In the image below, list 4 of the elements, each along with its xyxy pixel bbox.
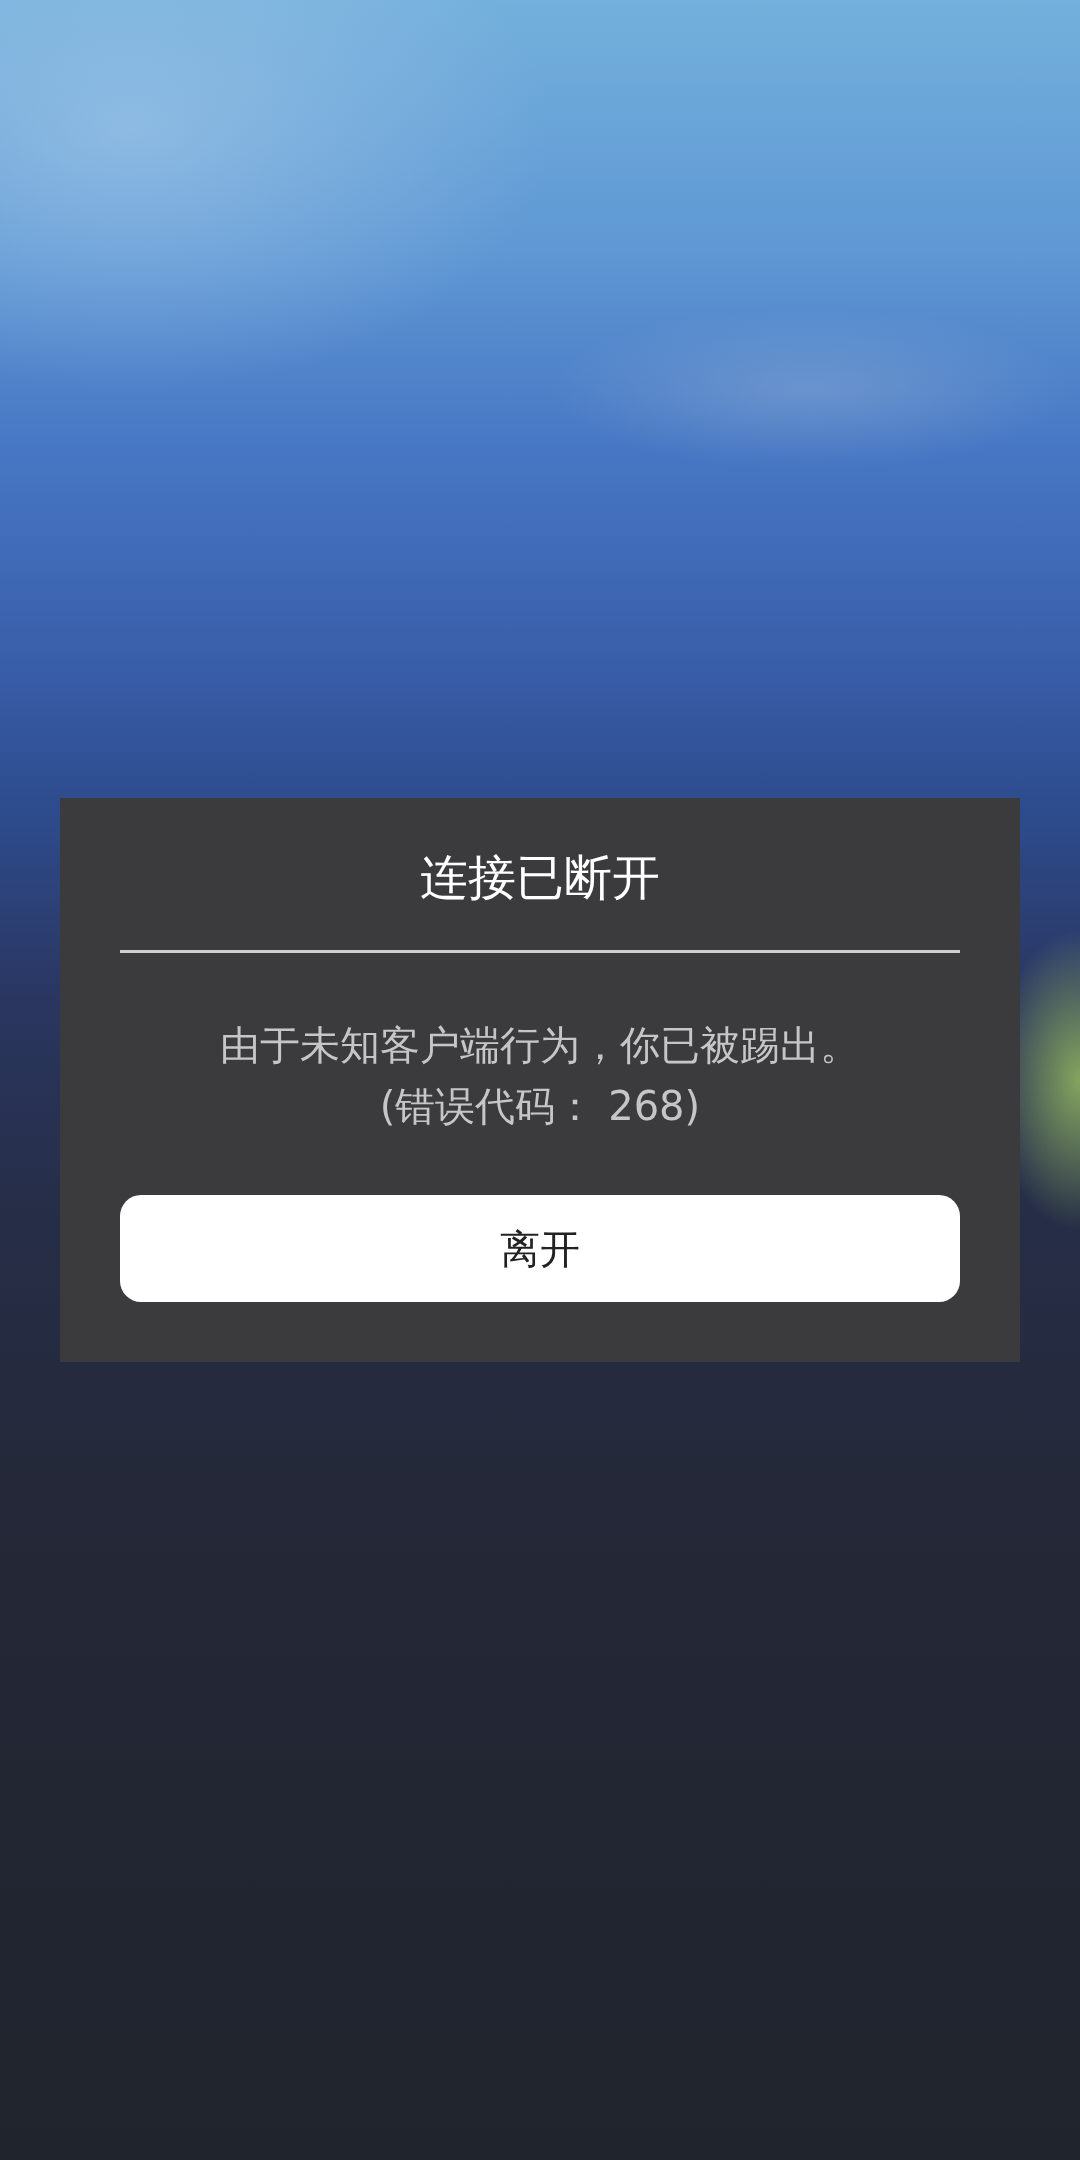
dialog-title: 连接已断开	[419, 848, 661, 907]
message-text: 由于未知客户端行为，你已被踢出。	[219, 1021, 861, 1070]
error-code-text: (错误代码： 268)	[378, 1082, 702, 1131]
leave-button[interactable]: 离开	[120, 1195, 960, 1302]
